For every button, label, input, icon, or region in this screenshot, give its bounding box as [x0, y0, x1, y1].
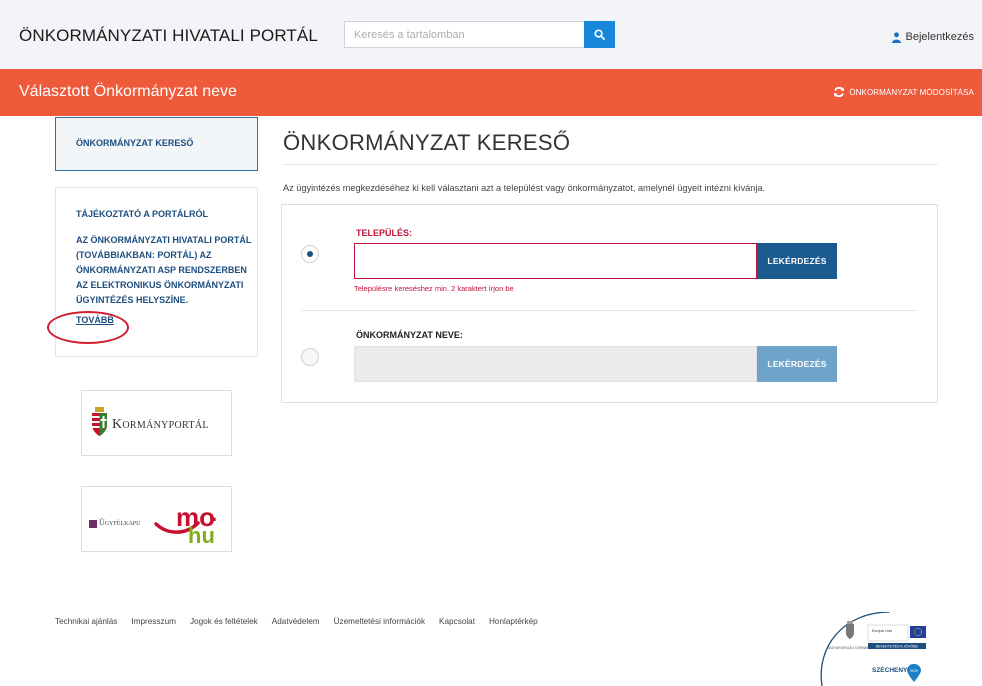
footer-link-kapcsolat[interactable]: Kapcsolat	[439, 617, 475, 626]
search-form-panel: TELEPÜLÉS: LEKÉRDEZÉS Településre keresé…	[281, 204, 938, 403]
footer-link-jogok[interactable]: Jogok és feltételek	[190, 617, 258, 626]
kormanyportal-logo[interactable]: Kormányportál	[81, 390, 232, 456]
radio-onkormanyzat[interactable]	[301, 348, 319, 366]
eu-flag-icon	[910, 626, 926, 638]
badge-slogan-text: BEFEKTETÉS A JÖVŐBE	[876, 644, 919, 649]
svg-text:hu: hu	[188, 523, 215, 545]
site-title[interactable]: ÖNKORMÁNYZATI HIVATALI PORTÁL	[19, 26, 318, 46]
coat-of-arms-icon	[846, 621, 854, 639]
ugyfelkapu-text: Ügyfélkapu	[99, 518, 141, 527]
onkormanyzat-query-button[interactable]: LEKÉRDEZÉS	[757, 346, 837, 382]
top-header: ÖNKORMÁNYZATI HIVATALI PORTÁL Bejelentke…	[0, 0, 982, 69]
search-button[interactable]	[584, 21, 615, 48]
footer-link-technikai[interactable]: Technikai ajánlás	[55, 617, 117, 626]
search-bar	[344, 21, 615, 48]
info-text: AZ ÖNKORMÁNYZATI HIVATALI PORTÁL (TOVÁBB…	[76, 235, 252, 305]
sidebar-item-kereso[interactable]: ÖNKORMÁNYZAT KERESŐ	[55, 117, 258, 171]
highlight-circle	[47, 311, 129, 344]
intro-text: Az ügyintézés megkezdéséhez ki kell vála…	[283, 183, 766, 193]
badge-year-text: 2020	[910, 669, 918, 673]
footer-link-impresszum[interactable]: Impresszum	[131, 617, 176, 626]
footer-link-uzemeltetes[interactable]: Üzemeltetési információk	[334, 617, 425, 626]
badge-eu-box	[867, 624, 909, 642]
onkormanyzat-label: ÖNKORMÁNYZAT NEVE:	[356, 330, 463, 340]
kormanyportal-text: Kormányportál	[112, 417, 209, 432]
telepules-error-text: Településre kereséshez min. 2 karaktert …	[354, 284, 514, 293]
location-pin-icon	[907, 664, 921, 682]
coat-of-arms-icon	[92, 407, 107, 436]
badge-ministry-text: MAGYARORSZÁG KORMÁNYA	[827, 646, 874, 650]
form-divider	[301, 310, 917, 311]
telepules-label: TELEPÜLÉS:	[356, 228, 413, 238]
selected-municipality-bar: Választott Önkormányzat neve ÖNKORMÁNYZA…	[0, 69, 982, 116]
onkormanyzat-input[interactable]	[354, 346, 757, 382]
szechenyi-badge: MAGYARORSZÁG KORMÁNYA Európai Unió BEFEK…	[820, 612, 926, 686]
refresh-icon	[834, 86, 845, 98]
change-municipality-button[interactable]: ÖNKORMÁNYZAT MÓDOSÍTÁSA	[833, 86, 974, 98]
title-divider	[283, 164, 938, 165]
page-title: ÖNKORMÁNYZAT KERESŐ	[283, 130, 571, 155]
telepules-query-button[interactable]: LEKÉRDEZÉS	[757, 243, 837, 279]
footer-link-honlapterkep[interactable]: Honlaptérkép	[489, 617, 538, 626]
footer-link-adatvedelem[interactable]: Adatvédelem	[272, 617, 320, 626]
footer-links: Technikai ajánlás Impresszum Jogok és fe…	[55, 617, 538, 626]
change-municipality-label: ÖNKORMÁNYZAT MÓDOSÍTÁSA	[849, 87, 974, 97]
mohu-logo-icon: mo . hu	[154, 501, 217, 545]
search-input[interactable]	[344, 21, 584, 48]
telepules-input[interactable]	[354, 243, 757, 279]
selected-municipality-name: Választott Önkormányzat neve	[19, 83, 237, 100]
badge-eu-text: Európai Unió	[872, 629, 892, 633]
sidebar-item-label: ÖNKORMÁNYZAT KERESŐ	[76, 138, 194, 148]
radio-telepules[interactable]	[301, 245, 319, 263]
login-link[interactable]: Bejelentkezés	[891, 31, 975, 43]
login-label: Bejelentkezés	[905, 31, 975, 43]
ugyfelkapu-square-icon	[89, 520, 97, 528]
search-icon	[594, 29, 605, 40]
ugyfelkapu-logo[interactable]: Ügyfélkapu mo . hu	[81, 486, 232, 552]
info-title[interactable]: TÁJÉKOZTATÓ A PORTÁLRÓL	[76, 208, 257, 221]
user-icon	[891, 31, 901, 43]
badge-brand-text: SZÉCHENYI	[872, 665, 909, 674]
